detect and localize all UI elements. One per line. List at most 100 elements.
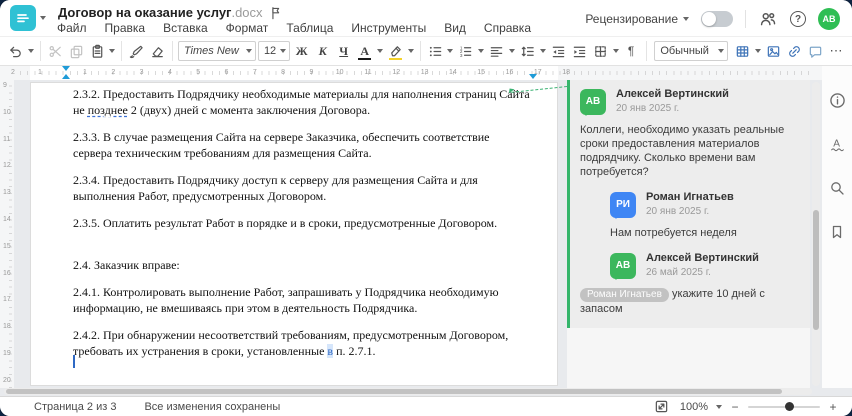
- vertical-ruler[interactable]: 9 10 11 12 13 14 15 16 17 18 19 20: [0, 80, 14, 388]
- font-size-select[interactable]: 12: [257, 41, 291, 61]
- highlight-caret[interactable]: [407, 41, 415, 61]
- paragraph[interactable]: 2.3.4. Предоставить Подрядчику доступ к …: [73, 172, 531, 204]
- comment-author: Роман Игнатьев: [646, 191, 734, 203]
- user-avatar[interactable]: АВ: [818, 8, 840, 30]
- insert-table-caret[interactable]: [754, 41, 762, 61]
- show-formatting-marks-button[interactable]: ¶: [622, 41, 641, 61]
- undo-button[interactable]: [6, 41, 25, 61]
- line-spacing-caret[interactable]: [539, 41, 547, 61]
- menu-item[interactable]: Справка: [483, 21, 532, 35]
- fit-to-width-icon[interactable]: [652, 397, 672, 416]
- insert-link-button[interactable]: [785, 41, 804, 61]
- review-mode-dropdown[interactable]: Рецензирование: [585, 12, 689, 26]
- scrollbar-thumb[interactable]: [813, 210, 819, 330]
- numbered-list-button[interactable]: [456, 41, 475, 61]
- mention-badge[interactable]: Роман Игнатьев: [580, 288, 669, 302]
- review-toggle[interactable]: [701, 11, 733, 27]
- help-icon[interactable]: ?: [790, 11, 806, 27]
- app-logo-icon[interactable]: [10, 5, 36, 31]
- bookmarks-icon[interactable]: [827, 222, 847, 242]
- paragraph[interactable]: 2.3.2. Предоставить Подрядчику необходим…: [73, 86, 531, 118]
- document-page[interactable]: 2.3.2. Предоставить Подрядчику необходим…: [30, 82, 558, 386]
- font-color-caret[interactable]: [376, 41, 384, 61]
- paste-button[interactable]: [88, 41, 107, 61]
- comment-text: Нам потребуется неделя: [610, 227, 737, 239]
- zoom-out-button[interactable]: −: [730, 400, 740, 414]
- paragraph-style-select[interactable]: Обычный: [654, 41, 729, 61]
- document-title: Договор на оказание услуг.docx: [58, 5, 263, 20]
- ruler-number: 18: [3, 323, 11, 331]
- horizontal-scrollbar[interactable]: [4, 388, 812, 395]
- more-tools-button[interactable]: ⋯: [827, 41, 846, 61]
- paragraph[interactable]: 2.4. Заказчик вправе:: [73, 257, 531, 273]
- zoom-slider-handle[interactable]: [785, 402, 795, 411]
- left-indent-marker[interactable]: [62, 74, 70, 79]
- decrease-indent-button[interactable]: [549, 41, 568, 61]
- scrollbar-thumb[interactable]: [6, 389, 782, 394]
- vertical-scrollbar[interactable]: [812, 82, 820, 386]
- paragraph-borders-button[interactable]: [591, 41, 610, 61]
- numbered-list-caret[interactable]: [477, 41, 485, 61]
- format-painter-button[interactable]: [127, 41, 146, 61]
- undo-caret[interactable]: [27, 41, 35, 61]
- comment-text: Коллеги, необходимо указать реальные сро…: [580, 124, 785, 178]
- add-comment-button[interactable]: [806, 41, 825, 61]
- comment-avatar: АВ: [610, 252, 636, 280]
- paste-caret[interactable]: [109, 41, 117, 61]
- line-spacing-button[interactable]: [518, 41, 537, 61]
- zoom-caret-icon[interactable]: [716, 404, 722, 409]
- paragraph[interactable]: 2.3.3. В случае размещения Сайта на серв…: [73, 129, 531, 161]
- document-info-icon[interactable]: [827, 90, 847, 110]
- align-caret[interactable]: [508, 41, 516, 61]
- paragraph[interactable]: 2.4.2. При обнаружении несоответствий тр…: [73, 327, 531, 359]
- toolbar: Times New ... 12 Ж К Ч А ¶ Обычный ⋯: [0, 36, 852, 66]
- font-color-button[interactable]: А: [355, 41, 374, 61]
- menu-item[interactable]: Вид: [443, 21, 467, 35]
- menu-item[interactable]: Вставка: [162, 21, 209, 35]
- collaboration-users-icon[interactable]: [758, 9, 778, 29]
- right-sidebar: [822, 66, 852, 388]
- ruler-number: 17: [3, 296, 11, 304]
- menu-item[interactable]: Формат: [225, 21, 270, 35]
- comment-thread[interactable]: АВ Алексей Вертинский 20 янв 2025 г. Кол…: [567, 80, 810, 328]
- divider: [121, 41, 123, 61]
- bullet-list-button[interactable]: [426, 41, 445, 61]
- menu-item[interactable]: Файл: [56, 21, 88, 35]
- bullet-list-caret[interactable]: [447, 41, 455, 61]
- menu-item[interactable]: Инструменты: [350, 21, 427, 35]
- zoom-slider[interactable]: [748, 402, 820, 411]
- menu-item[interactable]: Правка: [104, 21, 147, 35]
- horizontal-ruler[interactable]: 2 1 1 2 3 4 5 6 7 8 9 10 11 12 13 14 15 16 17 18: [0, 66, 852, 80]
- align-button[interactable]: [487, 41, 506, 61]
- first-line-indent-marker[interactable]: [62, 66, 70, 71]
- copy-button[interactable]: [67, 41, 86, 61]
- paragraph[interactable]: 2.4.1. Контролировать выполнение Работ, …: [73, 284, 531, 316]
- right-indent-marker[interactable]: [529, 74, 537, 79]
- divider: [745, 10, 746, 28]
- comment-header: АВ Алексей Вертинский 26 май 2025 г.: [610, 252, 800, 280]
- cut-button[interactable]: [46, 41, 65, 61]
- ruler-number: 16: [505, 69, 514, 76]
- flag-icon[interactable]: [269, 6, 283, 20]
- italic-button[interactable]: К: [313, 41, 332, 61]
- logo-menu-caret-icon[interactable]: [40, 16, 46, 20]
- spellcheck-icon[interactable]: [827, 134, 847, 154]
- ruler-number: 1: [83, 69, 87, 76]
- underline-button[interactable]: Ч: [334, 41, 353, 61]
- ruler-number: 15: [477, 69, 486, 76]
- zoom-value[interactable]: 100%: [680, 401, 708, 413]
- zoom-in-button[interactable]: +: [828, 400, 838, 414]
- highlight-color-button[interactable]: [386, 41, 405, 61]
- page-indicator[interactable]: Страница 2 из 3: [34, 401, 116, 413]
- font-name-select[interactable]: Times New ...: [177, 41, 256, 61]
- paragraph[interactable]: 2.3.5. Оплатить результат Работ в порядк…: [73, 215, 531, 231]
- bold-button[interactable]: Ж: [292, 41, 311, 61]
- paragraph-borders-caret[interactable]: [612, 41, 620, 61]
- menu-item[interactable]: Таблица: [285, 21, 334, 35]
- insert-image-button[interactable]: [764, 41, 783, 61]
- search-icon[interactable]: [827, 178, 847, 198]
- clear-style-button[interactable]: [148, 41, 167, 61]
- insert-table-button[interactable]: [733, 41, 752, 61]
- increase-indent-button[interactable]: [570, 41, 589, 61]
- ruler-number: 10: [3, 108, 11, 116]
